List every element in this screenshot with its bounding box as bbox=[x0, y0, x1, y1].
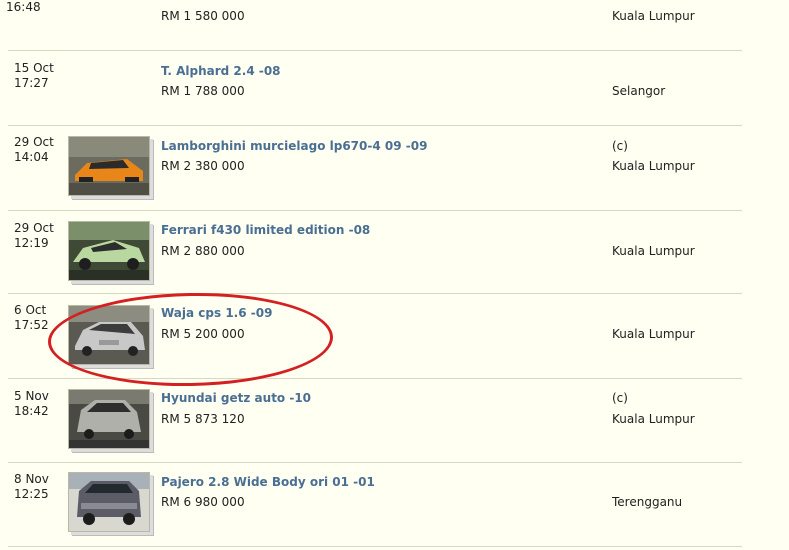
listing-price: RM 2 380 000 bbox=[161, 159, 245, 173]
row-divider bbox=[8, 462, 742, 463]
row-divider bbox=[8, 378, 742, 379]
listing-date: 15 Oct bbox=[14, 61, 54, 75]
silver-waja-photo[interactable] bbox=[68, 305, 150, 365]
listing-time: 12:25 bbox=[14, 487, 49, 501]
pajero-photo[interactable] bbox=[68, 472, 150, 532]
listing-title-link[interactable]: T. Alphard 2.4 -08 bbox=[161, 64, 281, 78]
listing-location: Kuala Lumpur bbox=[612, 9, 695, 23]
silver-getz-photo[interactable] bbox=[68, 389, 150, 449]
listing-price: RM 1 788 000 bbox=[161, 84, 245, 98]
company-badge: (c) bbox=[612, 391, 628, 405]
row-divider bbox=[8, 293, 742, 294]
listing-time: 16:48 bbox=[6, 0, 41, 14]
listing-price: RM 6 980 000 bbox=[161, 495, 245, 509]
listing-location: Selangor bbox=[612, 84, 666, 98]
listing-title-link[interactable]: Lamborghini murcielago lp670-4 09 -09 bbox=[161, 139, 427, 153]
listing-location: Kuala Lumpur bbox=[612, 327, 695, 341]
listing-location: Kuala Lumpur bbox=[612, 412, 695, 426]
listing-date: 8 Nov bbox=[14, 472, 49, 486]
listing-price: RM 5 200 000 bbox=[161, 327, 245, 341]
listing-time: 17:27 bbox=[14, 76, 49, 90]
listing-time: 18:42 bbox=[14, 404, 49, 418]
listing-time: 14:04 bbox=[14, 150, 49, 164]
listing-title-link[interactable]: Pajero 2.8 Wide Body ori 01 -01 bbox=[161, 475, 375, 489]
row-divider bbox=[8, 125, 742, 126]
listing-title-link[interactable]: Ferrari f430 limited edition -08 bbox=[161, 223, 370, 237]
listing-date: 5 Nov bbox=[14, 389, 49, 403]
listing-price: RM 1 580 000 bbox=[161, 9, 245, 23]
listing-time: 17:52 bbox=[14, 318, 49, 332]
listing-location: Terengganu bbox=[612, 495, 683, 509]
orange-lamborghini-photo[interactable] bbox=[68, 136, 150, 196]
listing-title-link[interactable]: Waja cps 1.6 -09 bbox=[161, 306, 272, 320]
row-divider bbox=[8, 210, 742, 211]
listing-price: RM 2 880 000 bbox=[161, 244, 245, 258]
company-badge: (c) bbox=[612, 139, 628, 153]
listing-location: Kuala Lumpur bbox=[612, 159, 695, 173]
green-ferrari-photo[interactable] bbox=[68, 221, 150, 281]
listing-location: Kuala Lumpur bbox=[612, 244, 695, 258]
listing-time: 12:19 bbox=[14, 236, 49, 250]
row-divider bbox=[8, 50, 742, 51]
listing-date: 29 Oct bbox=[14, 135, 54, 149]
listing-title-link[interactable]: Hyundai getz auto -10 bbox=[161, 391, 311, 405]
listing-date: 6 Oct bbox=[14, 303, 47, 317]
listing-date: 29 Oct bbox=[14, 221, 54, 235]
listing-list: 16:48 RM 1 580 000 Kuala Lumpur 15 Oct 1… bbox=[0, 0, 789, 550]
row-divider bbox=[8, 546, 742, 547]
listing-price: RM 5 873 120 bbox=[161, 412, 245, 426]
